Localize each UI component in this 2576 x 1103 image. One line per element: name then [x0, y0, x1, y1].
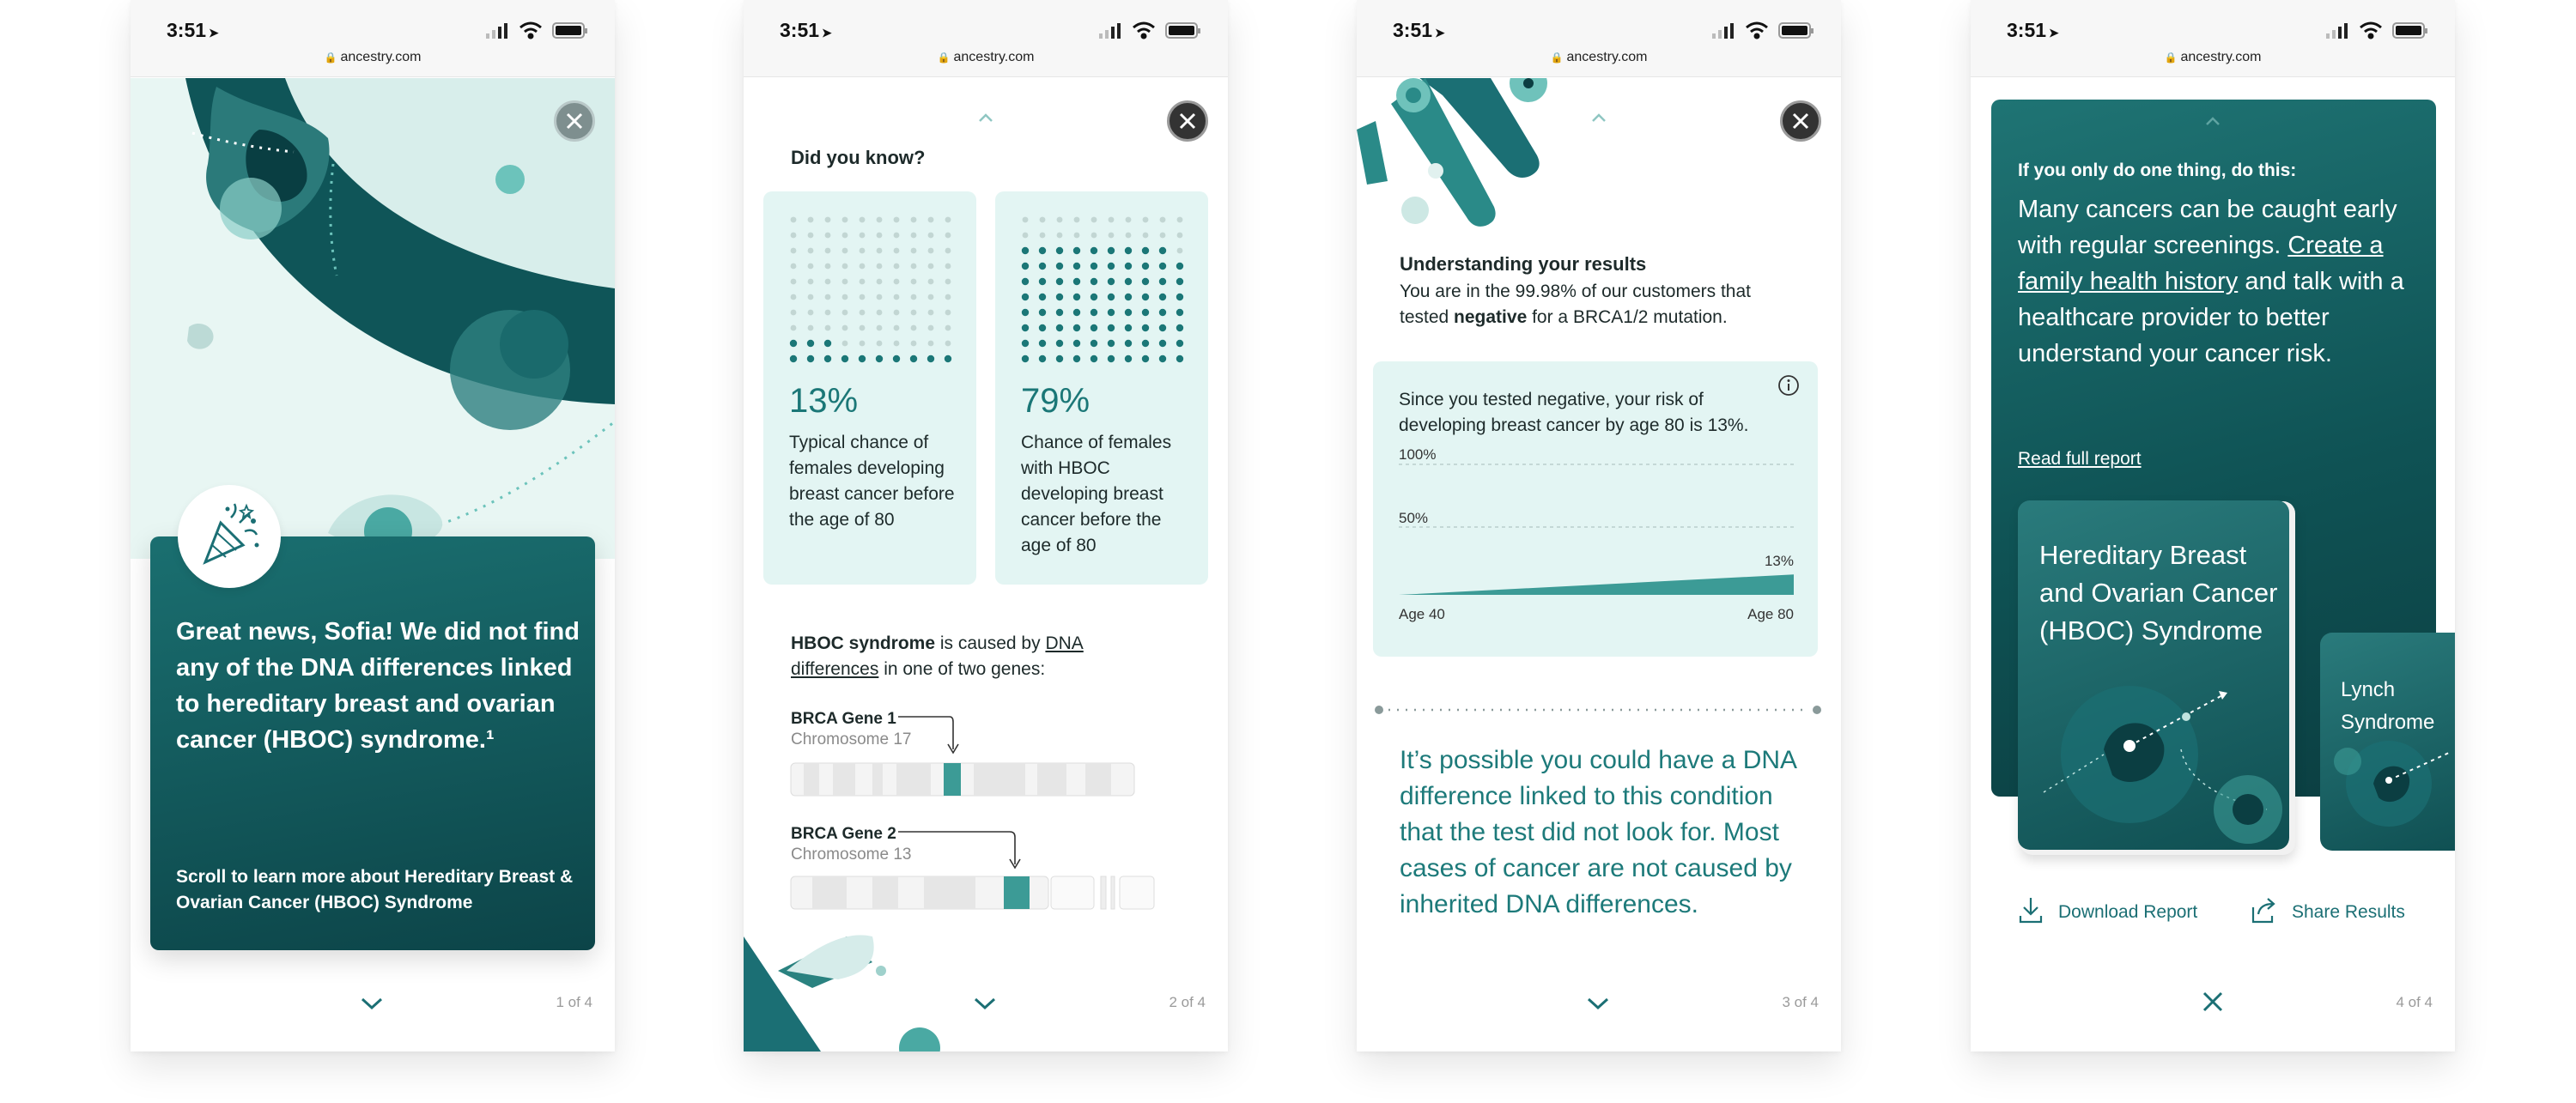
page-indicator: 1 of 4: [556, 994, 592, 1010]
screen-1: 3:51 ➤ 🔒 ancestry.com Great news, Sofia!…: [131, 0, 615, 1051]
corner-illustration: [744, 935, 940, 1051]
close-icon: [566, 112, 583, 130]
gene-diagram: [744, 716, 1155, 1051]
close-button[interactable]: [1167, 100, 1208, 142]
battery-icon: [552, 22, 587, 39]
risk-card: Since you tested negative, your risk of …: [1373, 361, 1818, 657]
status-icons: [2326, 21, 2427, 39]
status-time: 3:51 ➤: [2007, 19, 2059, 41]
page-indicator: 2 of 4: [1169, 994, 1206, 1010]
chromosome-17: [790, 762, 1135, 797]
signal-icon: [486, 23, 507, 39]
dotted-divider: [1375, 706, 1821, 714]
screen-1-content: Great news, Sofia! We did not find any o…: [131, 78, 615, 1051]
browser-status-bar: 3:51 ➤ 🔒 ancestry.com: [744, 0, 1228, 77]
party-popper-icon: [203, 503, 259, 565]
location-arrow-icon: ➤: [209, 26, 219, 39]
status-icons: [486, 21, 587, 39]
results-paragraph: You are in the 99.98% of our customers t…: [1400, 282, 1751, 327]
previous-chevron-icon[interactable]: [1590, 112, 1607, 123]
wifi-icon: [519, 21, 542, 39]
gene2-name: BRCA Gene 2: [791, 825, 896, 843]
battery-icon: [1778, 22, 1814, 39]
status-time: 3:51 ➤: [167, 19, 219, 41]
report-illustration: [2043, 686, 2282, 844]
lock-icon: 🔒: [937, 52, 951, 64]
previous-chevron-icon[interactable]: [2204, 116, 2221, 126]
download-report-button[interactable]: Download Report: [2058, 902, 2197, 923]
report-card-lynch[interactable]: Lynch Syndrome: [2320, 633, 2455, 851]
status-time: 3:51 ➤: [1393, 19, 1445, 41]
url-bar[interactable]: 🔒 ancestry.com: [131, 50, 615, 65]
page-indicator: 4 of 4: [2396, 994, 2433, 1010]
lock-icon: 🔒: [1550, 52, 1564, 64]
gene2-chromosome: Chromosome 13: [791, 845, 912, 864]
status-icons: [1099, 21, 1200, 39]
browser-status-bar: 3:51 ➤ 🔒 ancestry.com: [131, 0, 615, 77]
status-icons: [1712, 21, 1814, 39]
signal-icon: [1099, 23, 1121, 39]
screen-3: 3:51 ➤ 🔒 ancestry.com Understanding your r…: [1357, 0, 1841, 1051]
screen-2-content: Did you know? 13% Typical chance of fema…: [744, 78, 1228, 1051]
value-label: 13%: [1765, 553, 1794, 569]
close-icon[interactable]: [2202, 991, 2224, 1013]
action-text: Many cancers can be caught early with re…: [2018, 196, 2404, 367]
browser-status-bar: 3:51 ➤ 🔒 ancestry.com: [1357, 0, 1841, 77]
next-chevron-icon[interactable]: [974, 997, 996, 1010]
close-button[interactable]: [1780, 100, 1821, 142]
wifi-icon: [1133, 21, 1155, 39]
signal-icon: [1712, 23, 1734, 39]
location-arrow-icon: ➤: [2049, 26, 2059, 39]
url-bar[interactable]: 🔒 ancestry.com: [1357, 50, 1841, 65]
next-chevron-icon[interactable]: [361, 997, 383, 1010]
result-headline: Great news, Sofia! We did not find any o…: [176, 618, 580, 754]
screen-3-content: Understanding your results You are in th…: [1357, 78, 1841, 1051]
label-100: 100%: [1399, 446, 1436, 463]
battery-icon: [1165, 22, 1200, 39]
chromosome-13: [790, 876, 1155, 910]
share-results-button[interactable]: Share Results: [2292, 902, 2405, 923]
wifi-icon: [2360, 21, 2382, 39]
next-chevron-icon[interactable]: [1587, 997, 1609, 1010]
url-bar[interactable]: 🔒 ancestry.com: [744, 50, 1228, 65]
risk-area: [1399, 574, 1794, 595]
close-icon: [1792, 112, 1809, 130]
result-card: Great news, Sofia! We did not find any o…: [150, 536, 595, 950]
x-label-start: Age 40: [1399, 606, 1445, 622]
screen-2: 3:51 ➤ 🔒 ancestry.com Did you know? 13% Ty…: [744, 0, 1228, 1051]
chromosome-illustration: [1357, 78, 1547, 227]
x-label-end: Age 80: [1747, 606, 1794, 622]
read-full-report-link[interactable]: Read full report: [2018, 449, 2142, 470]
celebration-badge: [178, 485, 281, 588]
download-icon[interactable]: [2018, 895, 2044, 924]
disclaimer-text: It’s possible you could have a DNA diffe…: [1400, 746, 1796, 918]
close-icon: [1179, 112, 1196, 130]
location-arrow-icon: ➤: [822, 26, 832, 39]
label-50: 50%: [1399, 510, 1428, 526]
risk-chart: 100% 50% 13% Age 40 Age 80: [1399, 446, 1794, 622]
results-heading: Understanding your results: [1400, 253, 1647, 275]
close-button[interactable]: [554, 100, 595, 142]
report-illustration: [2334, 741, 2450, 827]
lock-icon: 🔒: [324, 52, 337, 64]
wifi-icon: [1746, 21, 1768, 39]
url-bar[interactable]: 🔒 ancestry.com: [1971, 50, 2455, 65]
lock-icon: 🔒: [2164, 52, 2178, 64]
report-card-hboc[interactable]: Hereditary Breast and Ovarian Cancer (HB…: [2018, 500, 2289, 850]
screen-4: 3:51 ➤ 🔒 ancestry.com If you only do one t…: [1971, 0, 2455, 1051]
share-icon[interactable]: [2251, 895, 2276, 924]
action-kicker: If you only do one thing, do this:: [2018, 161, 2297, 180]
location-arrow-icon: ➤: [1435, 26, 1445, 39]
battery-icon: [2392, 22, 2427, 39]
signal-icon: [2326, 23, 2348, 39]
page-indicator: 3 of 4: [1782, 994, 1819, 1010]
screen-4-content: If you only do one thing, do this: Many …: [1971, 78, 2455, 1051]
scroll-hint: Scroll to learn more about Hereditary Br…: [176, 867, 574, 912]
browser-status-bar: 3:51 ➤ 🔒 ancestry.com: [1971, 0, 2455, 77]
status-time: 3:51 ➤: [780, 19, 832, 41]
